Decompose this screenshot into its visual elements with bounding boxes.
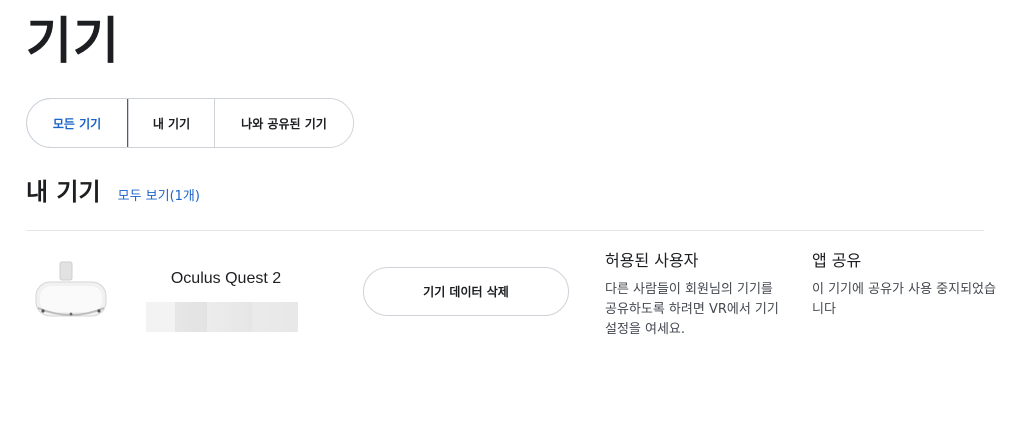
my-devices-header: 내 기기 모두 보기(1개): [26, 172, 200, 207]
device-filter-tabs: 모든 기기 내 기기 나와 공유된 기기: [26, 98, 354, 148]
allowed-users-block: 허용된 사용자 다른 사람들이 회원님의 기기를 공유하도록 하려면 VR에서 …: [605, 250, 785, 340]
page-title: 기기: [26, 12, 120, 70]
app-sharing-text: 이 기기에 공유가 사용 중지되었습니다: [812, 282, 996, 317]
app-sharing-title: 앱 공유: [812, 251, 862, 270]
tab-all-devices[interactable]: 모든 기기: [27, 99, 128, 147]
allowed-users-text: 다른 사람들이 회원님의 기기를 공유하도록 하려면 VR에서 기기 설정을 여…: [605, 282, 779, 337]
device-name: Oculus Quest 2: [170, 270, 282, 287]
divider: [26, 230, 984, 231]
view-all-link[interactable]: 모두 보기(1개): [118, 185, 200, 204]
delete-device-data-button[interactable]: 기기 데이터 삭제: [363, 267, 569, 316]
headset-image: [30, 260, 110, 320]
section-title: 내 기기: [26, 178, 101, 206]
app-sharing-block: 앱 공유 이 기기에 공유가 사용 중지되었습니다: [812, 250, 997, 320]
allowed-users-title: 허용된 사용자: [605, 251, 699, 270]
tab-shared-devices[interactable]: 나와 공유된 기기: [214, 99, 353, 147]
tab-my-devices[interactable]: 내 기기: [128, 99, 214, 147]
redacted-serial: [146, 302, 298, 332]
